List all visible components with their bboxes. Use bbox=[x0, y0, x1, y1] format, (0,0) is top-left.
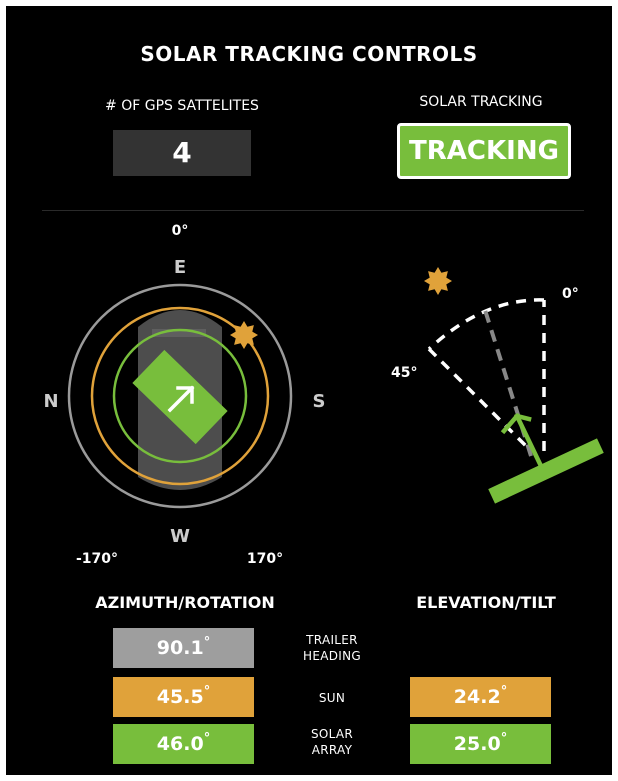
tracking-toggle-button[interactable]: TRACKING bbox=[397, 123, 571, 179]
compass: 0° E N S W -170° 170° bbox=[43, 223, 326, 567]
sun-azimuth: 45.5° bbox=[113, 677, 254, 717]
compass-left-angle: -170° bbox=[76, 551, 118, 567]
tilt-45-label: 45° bbox=[391, 365, 417, 381]
elevation-section-title: ELEVATION/TILT bbox=[416, 593, 556, 612]
tilt-diagram: 0° 45° bbox=[391, 267, 604, 504]
solar-array-azimuth: 46.0° bbox=[113, 724, 254, 764]
sun-label: SUN bbox=[318, 691, 346, 705]
sun-elevation: 24.2° bbox=[410, 677, 551, 717]
compass-west-label: W bbox=[170, 526, 190, 547]
sun-icon bbox=[424, 267, 452, 295]
compass-east-label: E bbox=[174, 257, 186, 278]
page-title: SOLAR TRACKING CONTROLS bbox=[140, 42, 478, 66]
tilt-zero-label: 0° bbox=[562, 286, 579, 302]
compass-south-label: S bbox=[313, 391, 326, 412]
compass-top-angle: 0° bbox=[172, 223, 189, 239]
compass-right-angle: 170° bbox=[247, 551, 283, 567]
solar-array-label: SOLAR ARRAY bbox=[310, 727, 354, 757]
gps-label: # OF GPS SATTELITES bbox=[105, 98, 259, 114]
trailer-heading-label: TRAILER HEADING bbox=[303, 633, 361, 663]
gps-count-value: 4 bbox=[113, 130, 251, 176]
solar-array-elevation: 25.0° bbox=[410, 724, 551, 764]
tilt-range-arc bbox=[427, 298, 546, 451]
trailer-heading-azimuth: 90.1° bbox=[113, 628, 254, 668]
compass-north-label: N bbox=[43, 391, 58, 412]
solar-tracking-panel: SOLAR TRACKING CONTROLS # OF GPS SATTELI… bbox=[6, 6, 612, 775]
solar-tracking-label: SOLAR TRACKING bbox=[419, 94, 543, 110]
sun-icon bbox=[230, 321, 258, 349]
solar-array-tilt-bar bbox=[488, 438, 604, 504]
azimuth-section-title: AZIMUTH/ROTATION bbox=[95, 593, 275, 612]
